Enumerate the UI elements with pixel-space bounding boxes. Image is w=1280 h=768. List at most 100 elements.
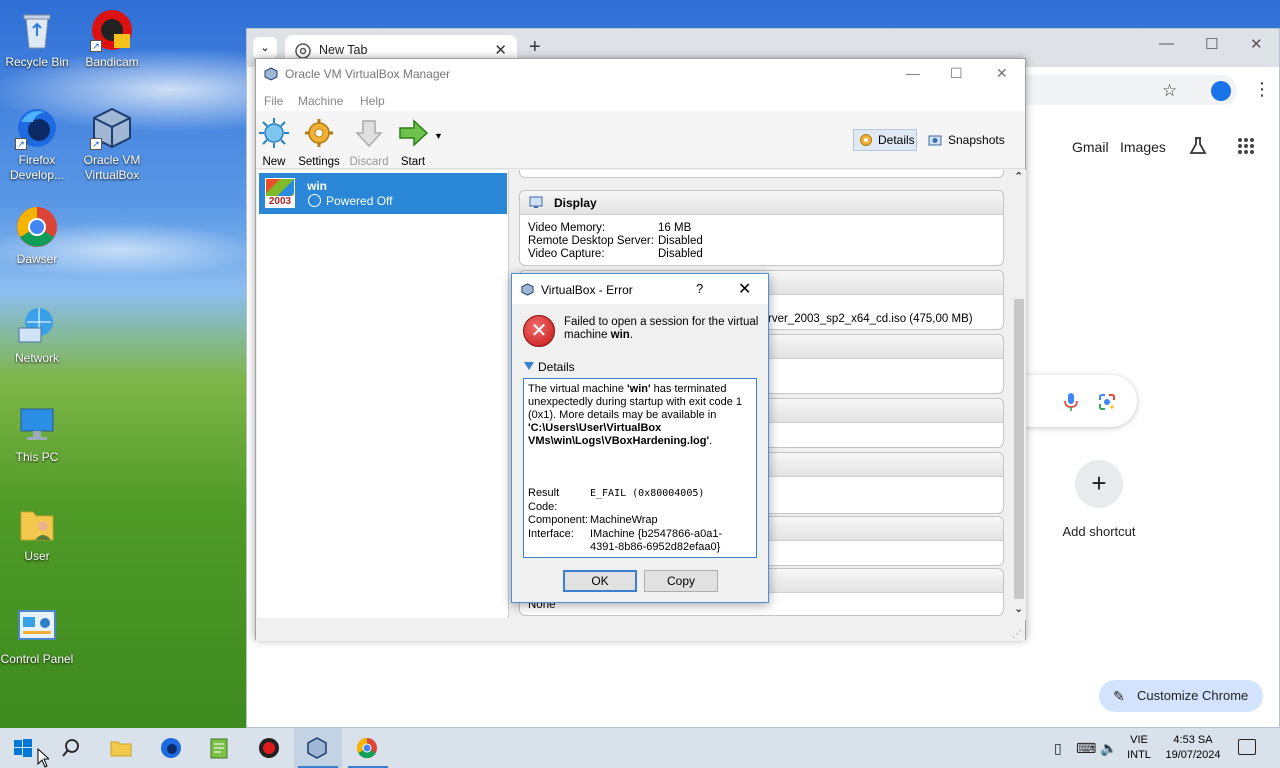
kv-key: Video Memory: <box>528 222 606 234</box>
mouse-cursor-icon <box>37 748 49 768</box>
vm-state: Powered Off <box>326 194 393 208</box>
desktop-icon-firefox-developer[interactable]: ↗ Firefox Develop... <box>0 106 74 183</box>
close-icon[interactable]: ✕ <box>738 279 751 299</box>
interface-value: IMachine {b2547866-a0a1-4391-8b86-6952d8… <box>590 527 723 554</box>
chrome-icon <box>15 205 59 249</box>
network-tray-icon[interactable]: ⌨ <box>1076 740 1096 757</box>
google-lens-icon[interactable] <box>1097 392 1117 412</box>
close-window-icon[interactable]: ✕ <box>1250 35 1263 53</box>
details-gear-icon <box>860 134 872 146</box>
language-indicator[interactable]: VIE INTL <box>1124 733 1154 763</box>
desktop-icon-recycle-bin[interactable]: Recycle Bin <box>0 8 74 70</box>
discard-button[interactable]: Discard <box>344 117 394 168</box>
snapshots-button[interactable]: Snapshots <box>928 129 1005 151</box>
microphone-icon[interactable] <box>1062 392 1080 412</box>
customize-chrome-button[interactable]: ✎ Customize Chrome <box>1099 680 1263 712</box>
kv-value: 16 MB <box>658 222 692 234</box>
new-button[interactable]: New <box>249 117 299 168</box>
scrollbar-thumb[interactable] <box>1014 299 1024 599</box>
taskbar-file-explorer[interactable] <box>98 728 146 768</box>
computer-icon <box>15 403 59 447</box>
component-value: MachineWrap <box>590 514 658 526</box>
close-window-icon[interactable]: ✕ <box>996 65 1008 82</box>
virtualbox-icon: ↗ <box>90 106 134 150</box>
minimize-icon[interactable]: — <box>906 65 920 81</box>
chrome-favicon-icon <box>295 43 311 59</box>
desktop-icon-bandicam[interactable]: ↗ Bandicam <box>75 8 149 70</box>
error-x-icon: ✕ <box>523 315 555 347</box>
gmail-link[interactable]: Gmail <box>1072 139 1109 155</box>
resize-grip-icon[interactable]: ⋰ <box>1012 629 1022 640</box>
taskbar-search-button[interactable] <box>48 728 96 768</box>
window-title: Oracle VM VirtualBox Manager <box>285 67 451 81</box>
start-dropdown-icon[interactable]: ▼ <box>434 131 443 141</box>
profile-avatar-icon[interactable] <box>1211 81 1231 101</box>
notification-center-icon[interactable] <box>1238 739 1256 755</box>
copy-button[interactable]: Copy <box>644 570 718 592</box>
discard-arrow-icon <box>355 120 383 148</box>
battery-icon[interactable]: ▯ <box>1054 740 1062 757</box>
kebab-menu-icon[interactable]: ⋮ <box>1253 79 1271 100</box>
chevron-down-icon: ⌄ <box>260 42 270 54</box>
close-icon[interactable]: ✕ <box>494 41 507 59</box>
expand-triangle-icon <box>524 362 534 370</box>
virtualbox-error-dialog: VirtualBox - Error ? ✕ ✕ Failed to open … <box>511 273 769 603</box>
add-shortcut-label: Add shortcut <box>1062 524 1136 539</box>
settings-label: Settings <box>298 156 340 168</box>
taskbar-bandicam[interactable] <box>246 728 294 768</box>
details-toggle[interactable]: Details <box>524 360 575 374</box>
vm-list-item-win[interactable]: 2003 win Powered Off <box>259 173 507 214</box>
desktop-icon-user[interactable]: User <box>0 502 74 564</box>
menu-machine[interactable]: Machine <box>298 94 343 108</box>
desktop-icon-label: Recycle Bin <box>5 55 69 69</box>
window-titlebar: Oracle VM VirtualBox Manager — ☐ ✕ <box>256 59 1025 89</box>
interface-label: Interface: <box>528 527 574 540</box>
desktop-icon-network[interactable]: Network <box>0 304 74 366</box>
section-header[interactable]: Display <box>520 191 1003 215</box>
volume-muted-icon[interactable]: 🔈 <box>1100 740 1117 757</box>
minimize-icon[interactable]: — <box>1159 35 1174 52</box>
google-apps-icon[interactable] <box>1237 137 1255 155</box>
desktop-icon-this-pc[interactable]: This PC <box>0 403 74 465</box>
vm-list: 2003 win Powered Off <box>257 170 509 618</box>
maximize-icon[interactable]: ☐ <box>950 65 963 82</box>
scroll-down-icon[interactable]: ⌄ <box>1014 602 1023 615</box>
taskbar-chrome[interactable] <box>344 728 392 768</box>
kv-row: Remote Desktop Server: Disabled <box>520 235 1003 248</box>
images-link[interactable]: Images <box>1120 139 1166 155</box>
labs-flask-icon[interactable] <box>1188 136 1208 156</box>
display-monitor-icon <box>529 196 543 208</box>
address-bar[interactable] <box>1007 75 1237 105</box>
bookmark-star-icon[interactable]: ☆ <box>1162 81 1177 101</box>
taskbar-virtualbox[interactable] <box>294 728 342 768</box>
tab-search-dropdown[interactable]: ⌄ <box>253 37 277 59</box>
taskbar-notepad[interactable] <box>196 728 244 768</box>
error-details-box[interactable]: The virtual machine 'win' has terminated… <box>523 378 757 558</box>
details-toggle-label: Details <box>538 360 575 374</box>
gear-icon <box>305 119 333 147</box>
kv-row: Video Capture: Disabled <box>520 248 1003 261</box>
storage-iso-value: rver_2003_sp2_x64_cd.iso (475,00 MB) <box>768 313 973 325</box>
settings-button[interactable]: Settings <box>294 117 344 168</box>
desktop-icon-label: Firefox Develop... <box>9 153 65 182</box>
add-shortcut-button[interactable]: + <box>1075 460 1123 508</box>
taskbar-firefox-developer[interactable] <box>148 728 196 768</box>
ok-button[interactable]: OK <box>563 570 637 592</box>
record-icon <box>259 738 279 758</box>
start-button[interactable]: Start <box>388 117 438 168</box>
firefox-developer-icon <box>161 738 181 758</box>
start-label: Start <box>400 156 426 168</box>
desktop-icon-dawser[interactable]: Dawser <box>0 205 74 267</box>
menu-help[interactable]: Help <box>360 94 385 108</box>
help-button[interactable]: ? <box>696 281 703 296</box>
maximize-icon[interactable]: ☐ <box>1205 35 1218 53</box>
desktop-icon-control-panel[interactable]: Control Panel <box>0 605 74 667</box>
scroll-up-icon[interactable]: ⌃ <box>1014 170 1023 183</box>
details-button[interactable]: Details <box>853 129 917 151</box>
dialog-title: VirtualBox - Error <box>541 283 633 297</box>
desktop-icon-virtualbox[interactable]: ↗ Oracle VM VirtualBox <box>75 106 149 183</box>
notepad-icon <box>210 738 228 759</box>
menu-file[interactable]: File <box>264 94 283 108</box>
new-tab-button[interactable]: + <box>529 36 541 59</box>
taskbar-clock[interactable]: 4:53 SA 19/07/2024 <box>1160 733 1226 763</box>
